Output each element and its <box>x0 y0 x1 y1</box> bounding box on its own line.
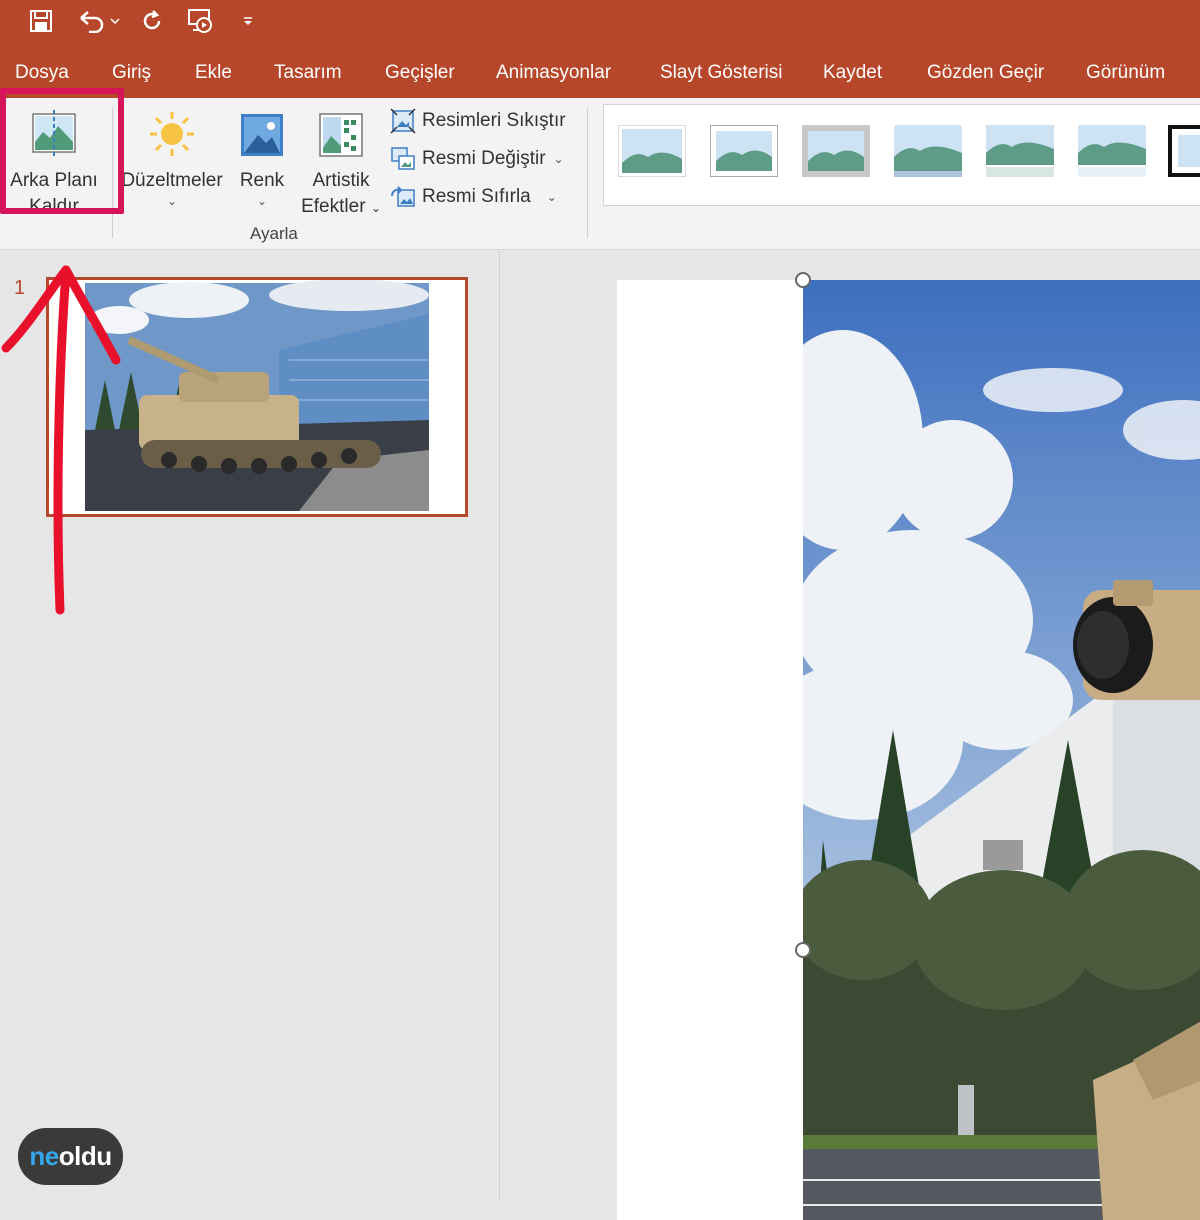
chevron-down-icon: ⌄ <box>166 194 178 208</box>
compress-pictures-button[interactable]: Resimleri Sıkıştır <box>390 106 566 136</box>
color-button[interactable]: Renk ⌄ <box>232 108 292 208</box>
corrections-label: Düzeltmeler <box>121 170 223 191</box>
tank-photo <box>803 280 1200 1220</box>
chevron-down-icon: ⌄ <box>553 152 564 166</box>
compress-icon <box>390 108 416 134</box>
resize-handle-top-left[interactable] <box>795 272 811 288</box>
picture-style-thumb[interactable] <box>1078 125 1146 177</box>
tab-tasarim[interactable]: Tasarım <box>274 62 342 84</box>
present-icon[interactable] <box>186 6 216 36</box>
artistic-effects-button[interactable]: Artistik Efektler ⌄ <box>296 108 386 221</box>
picture-styles-gallery <box>603 104 1200 206</box>
selected-picture[interactable] <box>803 280 1200 1220</box>
reset-picture-label: Resmi Sıfırla <box>422 186 531 207</box>
reset-picture-icon <box>391 186 415 207</box>
picture-style-thumb[interactable] <box>1168 125 1200 177</box>
tab-ekle[interactable]: Ekle <box>195 62 232 84</box>
slide-thumbnails-pane: 1 <box>0 251 500 1200</box>
tab-kaydet[interactable]: Kaydet <box>823 62 882 84</box>
picture-style-thumb[interactable] <box>986 125 1054 177</box>
picture-style-thumb[interactable] <box>894 125 962 177</box>
save-icon[interactable] <box>26 6 56 36</box>
compress-label: Resimleri Sıkıştır <box>422 110 566 131</box>
tab-giris[interactable]: Giriş <box>112 62 151 84</box>
tab-animasyonlar[interactable]: Animasyonlar <box>496 62 611 84</box>
tab-dosya[interactable]: Dosya <box>15 62 69 84</box>
undo-icon[interactable] <box>74 6 124 36</box>
tab-gecisler[interactable]: Geçişler <box>385 62 455 84</box>
tab-slayt-gosterisi[interactable]: Slayt Gösterisi <box>660 62 782 84</box>
ribbon-tabs: Dosya Giriş Ekle Tasarım Geçişler Animas… <box>0 50 1200 98</box>
color-label: Renk <box>239 170 285 191</box>
corrections-button[interactable]: Düzeltmeler ⌄ <box>120 108 224 208</box>
tab-gorunum[interactable]: Görünüm <box>1086 62 1165 84</box>
chevron-down-icon: ⌄ <box>256 194 268 208</box>
neoldu-logo: ne oldu <box>18 1128 123 1185</box>
artistic-effects-icon <box>319 113 363 157</box>
sun-icon <box>150 112 194 156</box>
change-picture-label: Resmi Değiştir <box>422 148 546 169</box>
color-picture-icon <box>241 114 283 156</box>
picture-style-thumb[interactable] <box>710 125 778 177</box>
slide-thumbnail[interactable] <box>46 277 468 517</box>
tab-gozden-gecir[interactable]: Gözden Geçir <box>927 62 1044 84</box>
change-picture-icon <box>391 147 415 170</box>
artistic-effects-label-2: Efektler ⌄ <box>301 196 381 217</box>
chevron-down-icon: ⌄ <box>546 190 557 204</box>
artistic-effects-label-1: Artistik <box>312 170 370 191</box>
tank-photo-thumbnail <box>49 279 465 514</box>
highlight-box <box>0 88 124 214</box>
title-bar <box>0 0 1200 50</box>
redo-icon[interactable] <box>138 6 166 36</box>
change-picture-button[interactable]: Resmi Değiştir ⌄ <box>390 144 564 174</box>
reset-picture-button[interactable]: Resmi Sıfırla ⌄ <box>390 182 557 212</box>
picture-style-thumb[interactable] <box>802 125 870 177</box>
divider <box>587 108 588 238</box>
resize-handle-middle-left[interactable] <box>795 942 811 958</box>
customize-icon[interactable] <box>238 6 258 36</box>
picture-style-thumb[interactable] <box>618 125 686 177</box>
slide-editor <box>501 251 1200 1220</box>
group-label-adjust: Ayarla <box>250 224 298 243</box>
slide-number: 1 <box>14 277 26 299</box>
